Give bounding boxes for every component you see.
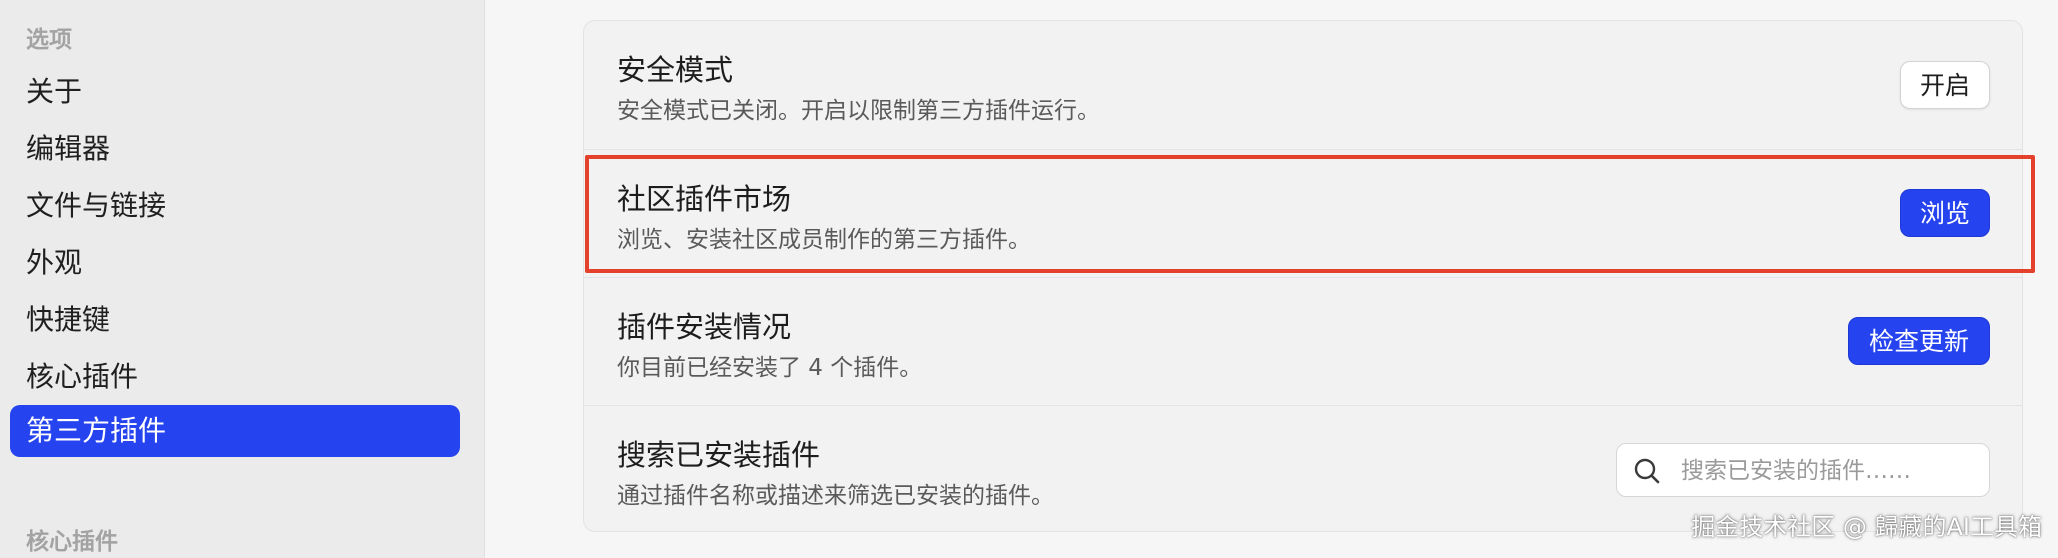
- sidebar-item-files-and-links[interactable]: 文件与链接: [10, 180, 460, 232]
- setting-description: 浏览、安装社区成员制作的第三方插件。: [617, 227, 1031, 253]
- setting-description: 通过插件名称或描述来筛选已安装的插件。: [617, 483, 1054, 509]
- setting-row-community-market: 社区插件市场 浏览、安装社区成员制作的第三方插件。 浏览: [584, 149, 2022, 277]
- main-content: 安全模式 安全模式已关闭。开启以限制第三方插件运行。 开启 社区插件市场 浏览、…: [485, 0, 2058, 558]
- sidebar-heading-core-plugins: 核心插件: [26, 529, 118, 555]
- sidebar-heading-options: 选项: [26, 27, 72, 53]
- sidebar-item-hotkeys[interactable]: 快捷键: [10, 294, 460, 346]
- setting-description: 安全模式已关闭。开启以限制第三方插件运行。: [617, 98, 1100, 124]
- setting-title: 安全模式: [617, 53, 734, 87]
- setting-row-safe-mode: 安全模式 安全模式已关闭。开启以限制第三方插件运行。 开启: [584, 21, 2022, 149]
- sidebar: 选项 关于 编辑器 文件与链接 外观 快捷键 核心插件 第三方插件 核心插件: [0, 0, 485, 558]
- sidebar-item-core-plugins[interactable]: 核心插件: [10, 351, 460, 403]
- watermark: 掘金技术社区 @ 歸藏的AI工具箱: [1691, 513, 2042, 541]
- settings-window: 选项 关于 编辑器 文件与链接 外观 快捷键 核心插件 第三方插件 核心插件 安…: [0, 0, 2058, 558]
- installed-plugin-search[interactable]: [1616, 443, 1990, 498]
- search-input[interactable]: [1679, 444, 1979, 498]
- sidebar-item-appearance[interactable]: 外观: [10, 237, 460, 289]
- sidebar-item-third-party-plugins[interactable]: 第三方插件: [10, 405, 460, 457]
- setting-title: 插件安装情况: [617, 310, 792, 344]
- browse-community-plugins-button[interactable]: 浏览: [1900, 189, 1990, 237]
- setting-title: 搜索已安装插件: [617, 438, 821, 472]
- setting-row-install-status: 插件安装情况 你目前已经安装了 4 个插件。 检查更新: [584, 277, 2022, 405]
- sidebar-item-about[interactable]: 关于: [10, 66, 460, 118]
- search-icon: [1634, 458, 1660, 484]
- setting-description: 你目前已经安装了 4 个插件。: [617, 355, 923, 381]
- settings-panel: 安全模式 安全模式已关闭。开启以限制第三方插件运行。 开启 社区插件市场 浏览、…: [583, 20, 2023, 532]
- enable-safe-mode-button[interactable]: 开启: [1900, 61, 1990, 109]
- check-updates-button[interactable]: 检查更新: [1848, 317, 1990, 365]
- sidebar-item-editor[interactable]: 编辑器: [10, 123, 460, 175]
- setting-title: 社区插件市场: [617, 182, 792, 216]
